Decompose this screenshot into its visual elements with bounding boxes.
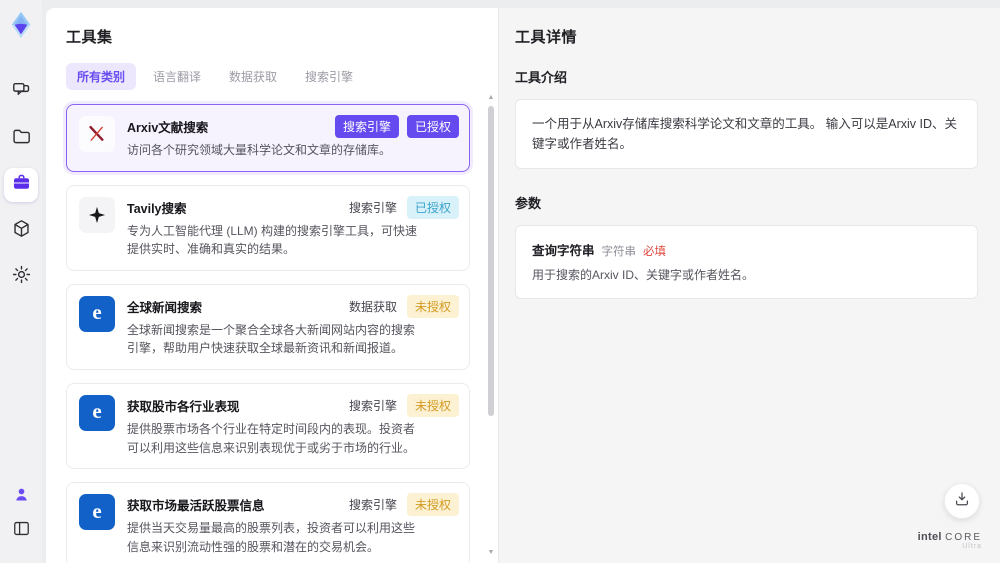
cube-icon [11,218,32,244]
tab-language-translation[interactable]: 语言翻译 [142,63,212,90]
news-app-icon: e [79,295,115,332]
param-name: 查询字符串 [532,244,595,258]
category-badge: 数据获取 [348,299,397,314]
sidebar-item-settings[interactable] [4,260,38,294]
arxiv-logo-icon [79,116,115,152]
download-icon [953,490,971,513]
intro-box: 一个用于从Arxiv存储库搜索科学论文和文章的工具。 输入可以是Arxiv ID… [515,99,978,169]
sidebar-item-models[interactable] [4,214,38,248]
params-heading: 参数 [515,196,542,211]
tool-card-tavily[interactable]: Tavily搜索 专为人工智能代理 (LLM) 构建的搜索引擎工具，可快速提供实… [66,184,470,271]
chat-icon [11,80,32,106]
param-type: 字符串 [601,246,637,258]
news-app-icon: e [79,394,115,431]
brand-intel: intel [917,531,942,544]
page-title: 工具集 [66,29,113,46]
param-box: 查询字符串 字符串 必填 用于搜索的Arxiv ID、关键字或作者姓名。 [515,225,978,299]
tool-description: 提供当天交易量最高的股票列表，投资者可以利用这些信息来识别流动性强的股票和潜在的… [127,521,416,554]
intro-text: 一个用于从Arxiv存储库搜索科学论文和文章的工具。 输入可以是Arxiv ID… [532,117,958,151]
folder-icon [11,126,32,152]
tab-all-categories[interactable]: 所有类别 [66,63,137,90]
sidebar-layout-icon [12,519,31,543]
param-required-flag: 必填 [643,246,667,258]
category-badge: 搜索引擎 [348,398,397,413]
download-button[interactable] [944,483,980,519]
sidebar-item-panel-toggle[interactable] [7,517,35,545]
list-scrollbar: ▲ ▼ [487,94,495,557]
status-badge: 已授权 [406,115,459,138]
tavily-star-icon [79,196,115,233]
category-badge: 搜索引擎 [334,115,399,138]
gear-icon [11,264,32,290]
tool-description: 访问各个研究领域大量科学论文和文章的存储库。 [127,143,392,157]
intel-core-logo: intel CORE Ultra [918,531,982,551]
detail-title: 工具详情 [515,29,578,46]
tool-card-global-news[interactable]: e 全球新闻搜索 全球新闻搜索是一个聚合全球各大新闻网站内容的搜索引擎，帮助用户… [66,283,470,370]
status-badge: 未授权 [406,294,459,318]
sidebar-item-chat[interactable] [4,76,38,110]
sidebar-item-tools[interactable] [4,168,38,202]
tool-description: 全球新闻搜索是一个聚合全球各大新闻网站内容的搜索引擎，帮助用户快速获取全球最新资… [127,322,416,356]
param-description: 用于搜索的Arxiv ID、关键字或作者姓名。 [532,268,755,282]
tool-description: 提供股票市场各个行业在特定时间段内的表现。投资者可以利用这些信息来识别表现优于或… [127,421,416,455]
sidebar-item-user[interactable] [7,483,35,511]
category-badge: 搜索引擎 [348,498,397,513]
status-badge: 未授权 [406,393,459,417]
status-badge: 已授权 [406,195,459,219]
tool-card-arxiv[interactable]: Arxiv文献搜索 访问各个研究领域大量科学论文和文章的存储库。 搜索引擎 已授… [66,104,470,172]
tab-search-engine[interactable]: 搜索引擎 [294,63,364,90]
tool-list-panel: 工具集 所有类别 语言翻译 数据获取 搜索引擎 Arxiv文献搜索 访问各个研究… [46,8,498,563]
icon-rail [0,0,42,563]
brand-sub: Ultra [962,543,982,551]
tool-list: Arxiv文献搜索 访问各个研究领域大量科学论文和文章的存储库。 搜索引擎 已授… [66,104,484,563]
tool-card-active-stocks[interactable]: e 获取市场最活跃股票信息 提供当天交易量最高的股票列表，投资者可以利用这些信息… [66,482,470,563]
scrollbar-thumb[interactable] [488,106,494,416]
tab-data-fetch[interactable]: 数据获取 [218,63,288,90]
briefcase-icon [11,172,32,198]
sidebar-item-files[interactable] [4,122,38,156]
scrollbar-down-arrow[interactable]: ▼ [487,549,495,557]
tool-detail-panel: 工具详情 工具介绍 一个用于从Arxiv存储库搜索科学论文和文章的工具。 输入可… [498,8,1000,563]
category-badge: 搜索引擎 [348,200,397,215]
status-badge: 未授权 [406,493,459,517]
category-tabs: 所有类别 语言翻译 数据获取 搜索引擎 [66,63,484,90]
tool-description: 专为人工智能代理 (LLM) 构建的搜索引擎工具，可快速提供实时、准确和真实的结… [127,223,418,257]
user-icon [12,485,31,509]
news-app-icon: e [79,494,115,531]
app-gem-logo [4,8,38,42]
brand-core: CORE [945,532,982,544]
scrollbar-up-arrow[interactable]: ▲ [487,94,495,102]
intro-heading: 工具介绍 [515,70,568,85]
tool-card-sector-performance[interactable]: e 获取股市各行业表现 提供股票市场各个行业在特定时间段内的表现。投资者可以利用… [66,382,470,470]
